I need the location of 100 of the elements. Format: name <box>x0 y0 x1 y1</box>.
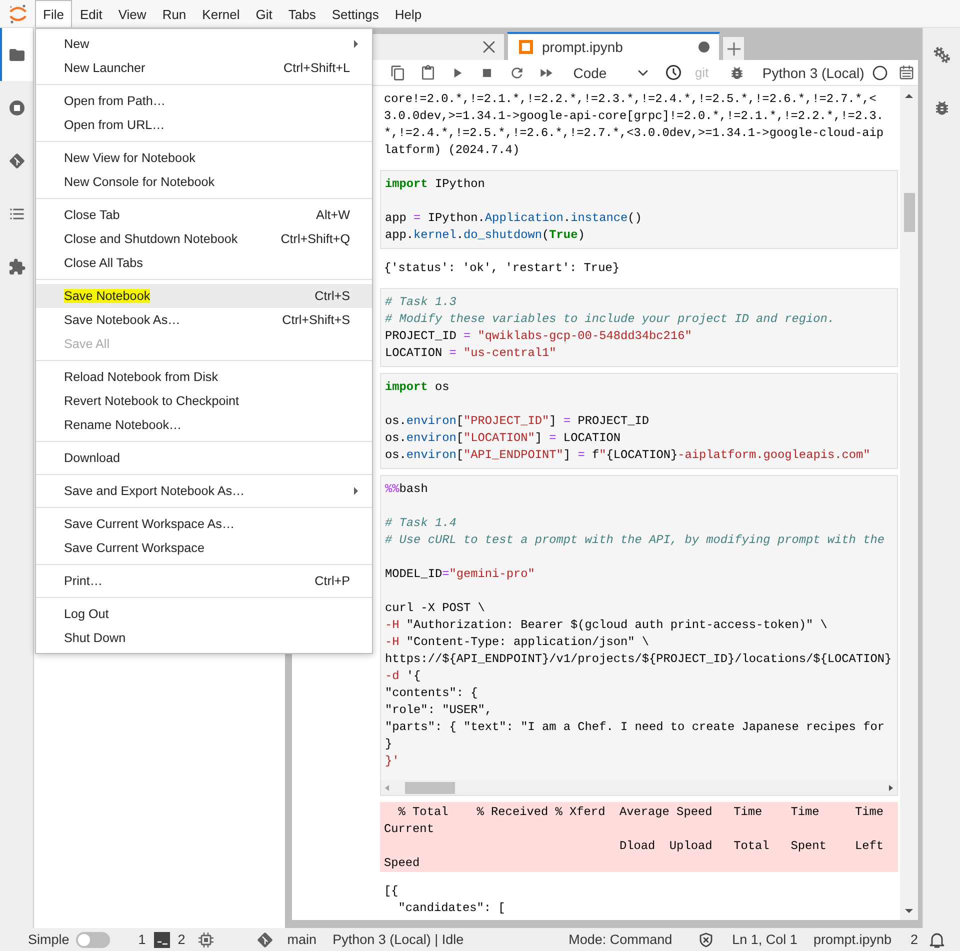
code-line: # Modify these variables to include your project ID and region. <box>385 311 836 328</box>
output-line: {'status': 'ok', 'restart': True} <box>384 260 620 277</box>
menu-item[interactable]: Revert Notebook to Checkpoint <box>36 389 372 413</box>
output-line: "candidates": [ <box>397 900 506 917</box>
output-line: [{ <box>384 883 400 900</box>
menu-item[interactable]: Print… Ctrl+P <box>36 569 372 593</box>
menu-item[interactable]: Shut Down <box>36 626 372 650</box>
kernel-count[interactable]: 2 <box>178 932 186 947</box>
menu-item[interactable]: New View for Notebook <box>36 146 372 170</box>
menu-item[interactable]: Save Notebook Ctrl+S <box>36 284 372 308</box>
menu-item[interactable]: New Console for Notebook <box>36 170 372 194</box>
scroll-thumb[interactable] <box>405 782 455 794</box>
code-line: -H "Authorization: Bearer $(gcloud auth print-access-token)" \ <box>385 617 828 634</box>
close-icon[interactable] <box>482 40 496 54</box>
code-line: https://${API_ENDPOINT}/v1/projects/${PROJECT_ID}/locations/${LOCATION} <box>385 651 893 668</box>
output-line: core!=2.0.*,!=2.1.*,!=2.2.*,!=2.3.*,!=2.4.*,!=2.5.*,!=2.6.*,!=2.7.*,< <box>384 91 878 108</box>
output-line: Current <box>384 821 435 838</box>
toggle-switch[interactable] <box>76 932 110 948</box>
code-line: curl -X POST \ <box>385 600 486 617</box>
menu-item[interactable]: Rename Notebook… <box>36 413 372 437</box>
shield-icon[interactable] <box>698 932 714 948</box>
menu-item[interactable]: Save Current Workspace <box>36 536 372 560</box>
menu-item[interactable]: Close and Shutdown Notebook Ctrl+Shift+Q <box>36 227 372 251</box>
notification-count[interactable]: 2 <box>910 932 918 947</box>
menu-item[interactable]: Close Tab Alt+W <box>36 203 372 227</box>
calendar-icon <box>898 65 914 80</box>
sidebar-tab[interactable] <box>0 28 33 81</box>
kernel-status[interactable]: Python 3 (Local) | Idle <box>332 932 464 947</box>
code-line: LOCATION = "us-central1" <box>385 345 558 362</box>
code-line: app = IPython.Application.instance() <box>385 210 643 227</box>
menu-bar-item[interactable]: Kernel <box>194 0 248 27</box>
cell-type-dropdown[interactable]: Code <box>564 60 656 84</box>
code-line: import IPython <box>385 176 486 193</box>
keyboard-shortcut: Ctrl+Shift+L <box>284 61 350 75</box>
terminal-count[interactable]: 1 <box>138 932 146 947</box>
git-label: git <box>694 65 710 80</box>
bell-icon[interactable] <box>928 930 946 948</box>
code-line: } <box>385 736 394 753</box>
code-line: -H "Content-Type: application/json" \ <box>385 634 650 651</box>
code-line: os.environ["API_ENDPOINT"] = f"{LOCATION}-aiplatform.googleapis.com" <box>385 447 872 464</box>
code-line: "role": "USER", <box>385 702 494 719</box>
logo-icon[interactable] <box>8 4 26 24</box>
kernel-name-button[interactable]: Python 3 (Local) <box>762 64 864 80</box>
code-line: os.environ["LOCATION"] = LOCATION <box>385 430 622 447</box>
code-line: }' <box>385 753 400 770</box>
menu-item[interactable]: Close All Tabs <box>36 251 372 275</box>
keyboard-shortcut: Ctrl+P <box>314 574 350 588</box>
chip-icon[interactable] <box>198 932 214 948</box>
menu-item[interactable]: Save and Export Notebook As… <box>36 479 372 503</box>
editor-mode: Mode: Command <box>568 932 672 947</box>
notebook-icon <box>518 39 534 55</box>
menu-bar-item[interactable]: File <box>35 0 72 27</box>
code-line: os.environ["PROJECT_ID"] = PROJECT_ID <box>385 413 650 430</box>
scroll-right-icon[interactable] <box>887 784 895 792</box>
gears-icon <box>932 46 950 64</box>
puzzle-icon <box>8 258 26 276</box>
menu-item[interactable]: Open from Path… <box>36 89 372 113</box>
unsaved-dot-icon[interactable] <box>697 40 711 54</box>
output-line: 3.0.0dev,>=1.34.1->google-api-core[grpc]!=2.0.*,!=2.1.*,!=2.2.*,!=2.3. <box>384 108 884 125</box>
tab[interactable]: prompt.ipynb <box>507 32 720 60</box>
menu-item[interactable]: New Launcher Ctrl+Shift+L <box>36 56 372 80</box>
menu-item[interactable]: Download <box>36 446 372 470</box>
keyboard-shortcut: Ctrl+Shift+S <box>282 313 350 327</box>
code-line: "contents": { <box>385 685 479 702</box>
branch-name[interactable]: main <box>287 932 317 947</box>
horizontal-scrollbar[interactable] <box>381 780 897 795</box>
menu-bar-item[interactable]: Settings <box>324 0 387 27</box>
menu-bar-item[interactable]: Help <box>386 0 430 27</box>
output-line: Dload Upload Total Spent Left <box>618 838 884 855</box>
code-line: # Use cURL to test a prompt with the API, by modifying prompt with the <box>385 532 886 549</box>
menu-bar-item[interactable]: Git <box>248 0 280 27</box>
terminal-icon[interactable] <box>154 932 170 948</box>
menu-bar-item[interactable]: Edit <box>72 0 110 27</box>
menu-item[interactable]: New <box>36 32 372 56</box>
code-line: # Task 1.3 <box>385 294 458 311</box>
menu-bar-item[interactable]: Run <box>154 0 194 27</box>
menu-bar-item[interactable]: View <box>110 0 154 27</box>
mode-label: Simple <box>28 932 70 947</box>
menu-item[interactable]: Reload Notebook from Disk <box>36 365 372 389</box>
code-line: -d '{ <box>385 668 422 685</box>
copy-icon <box>390 64 406 80</box>
menu-item[interactable]: Log Out <box>36 602 372 626</box>
code-line: # Task 1.4 <box>385 515 458 532</box>
code-line: import os <box>385 379 450 396</box>
file-name: prompt.ipynb <box>813 932 892 947</box>
code-line: app.kernel.do_shutdown(True) <box>385 227 586 244</box>
menu-item[interactable]: Open from URL… <box>36 113 372 137</box>
keyboard-shortcut: Alt+W <box>316 208 350 222</box>
add-tab-button[interactable] <box>722 36 745 60</box>
keyboard-shortcut: Ctrl+Shift+Q <box>280 232 350 246</box>
cursor-position[interactable]: Ln 1, Col 1 <box>732 932 798 947</box>
keyboard-shortcut: Ctrl+S <box>314 289 350 303</box>
clipboard-icon <box>420 64 436 80</box>
menu-item[interactable]: Save Notebook As… Ctrl+Shift+S <box>36 308 372 332</box>
menu-item[interactable]: Save Current Workspace As… <box>36 512 372 536</box>
menu-bar-item[interactable]: Tabs <box>280 0 324 27</box>
code-line: PROJECT_ID = "qwiklabs-gcp-00-548dd34bc216" <box>385 328 693 345</box>
output-line: % Total % Received % Xferd Average Speed Time Time Time <box>397 804 884 821</box>
plus-icon <box>726 42 740 56</box>
restart-icon <box>508 64 525 80</box>
